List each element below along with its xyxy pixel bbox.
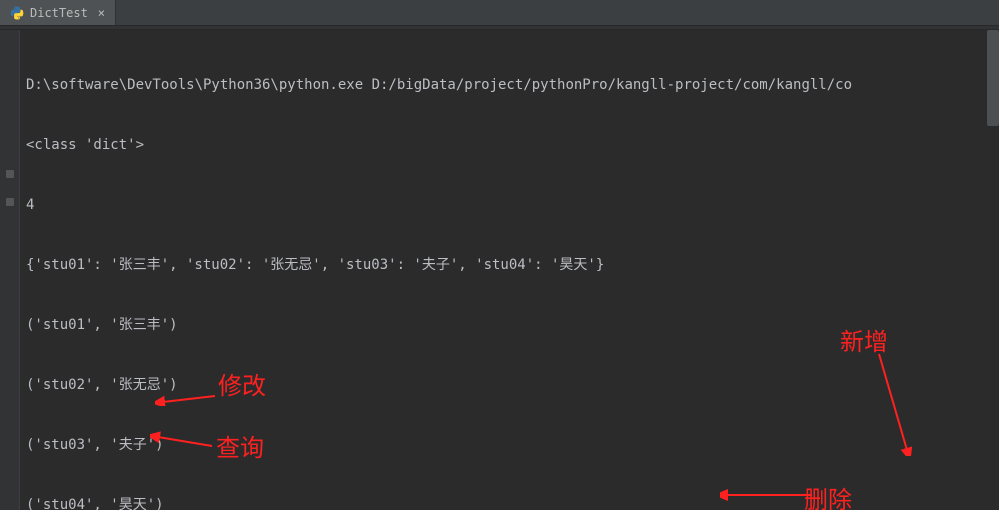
- ide-window: DictTest × D:\software\DevTools\Python36…: [0, 0, 999, 510]
- editor-tab-dicttest[interactable]: DictTest ×: [0, 0, 116, 25]
- annotation-modify: 修改: [218, 366, 266, 401]
- arrow-query: [150, 428, 220, 452]
- close-icon[interactable]: ×: [98, 6, 105, 20]
- vertical-scrollbar[interactable]: [987, 30, 999, 126]
- console-line: {'stu01': '张三丰', 'stu02': '张无忌', 'stu03'…: [26, 250, 993, 280]
- annotation-query: 查询: [216, 428, 264, 463]
- console-line: D:\software\DevTools\Python36\python.exe…: [26, 70, 993, 100]
- gutter-marker: [6, 198, 14, 206]
- console-line: 4: [26, 190, 993, 220]
- gutter: [0, 30, 20, 510]
- arrow-modify: [155, 378, 223, 406]
- arrow-add: [855, 350, 915, 456]
- console-line: <class 'dict'>: [26, 130, 993, 160]
- annotation-add: 新增: [840, 322, 888, 357]
- gutter-marker: [6, 170, 14, 178]
- editor-tab-label: DictTest: [30, 6, 88, 20]
- editor-tabbar: DictTest ×: [0, 0, 999, 26]
- console-area: D:\software\DevTools\Python36\python.exe…: [0, 30, 999, 510]
- annotation-delete: 删除: [804, 480, 852, 510]
- python-icon: [10, 6, 24, 20]
